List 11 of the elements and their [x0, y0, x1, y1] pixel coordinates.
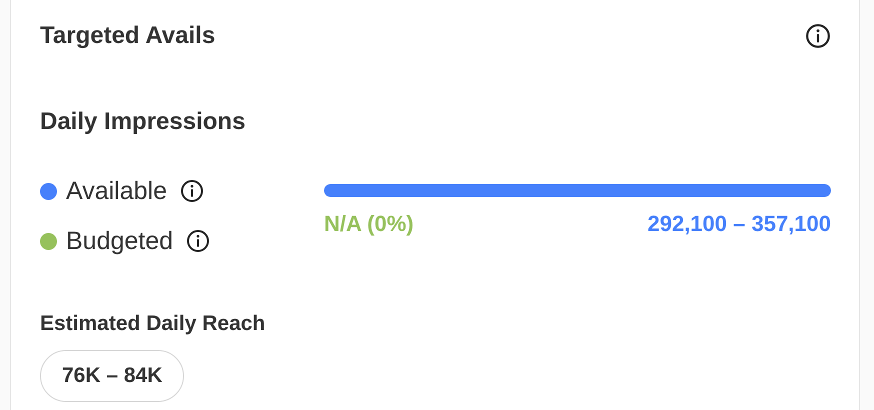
info-icon[interactable]	[180, 179, 204, 203]
legend-label: Available	[66, 176, 168, 206]
legend-label: Budgeted	[66, 226, 174, 256]
section-heading: Daily Impressions	[40, 108, 246, 136]
info-icon[interactable]	[805, 23, 831, 49]
available-value: 292,100 – 357,100	[647, 211, 831, 237]
card-title: Targeted Avails	[40, 22, 216, 50]
reach-value: 76K – 84K	[40, 350, 184, 402]
budgeted-value: N/A (0%)	[324, 211, 414, 237]
info-icon[interactable]	[186, 229, 210, 253]
section-heading: Estimated Daily Reach	[40, 312, 266, 336]
